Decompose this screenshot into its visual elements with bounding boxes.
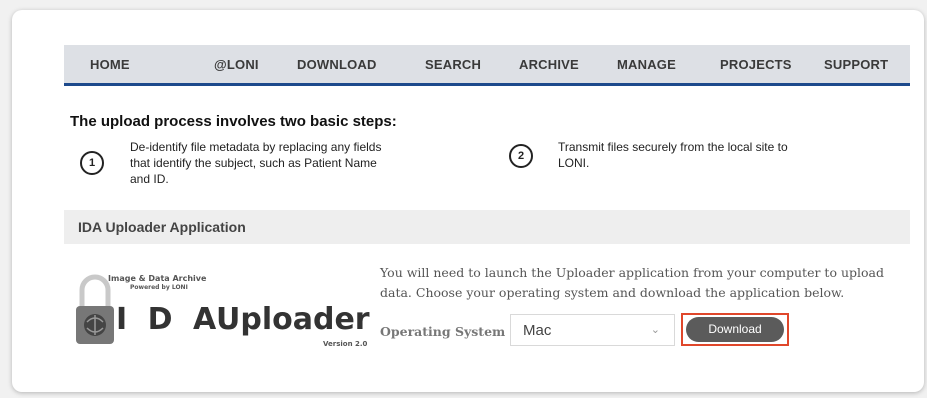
- nav-support[interactable]: SUPPORT: [824, 57, 888, 72]
- download-button[interactable]: Download: [686, 317, 784, 342]
- step-2-number: 2: [509, 144, 533, 168]
- step-1-text: De-identify file metadata by replacing a…: [130, 139, 381, 187]
- uploader-description: You will need to launch the Uploader app…: [380, 263, 900, 303]
- logo-uploader: Uploader: [216, 302, 370, 337]
- description-line-1: You will need to launch the Uploader app…: [380, 265, 884, 280]
- top-navbar: HOME @LONI DOWNLOAD SEARCH ARCHIVE MANAG…: [64, 45, 910, 86]
- os-select[interactable]: Mac ⌄: [510, 314, 675, 346]
- nav-manage[interactable]: MANAGE: [617, 57, 676, 72]
- nav-projects[interactable]: PROJECTS: [720, 57, 792, 72]
- ida-uploader-logo: Image & Data Archive Powered by LONI I D…: [74, 270, 370, 360]
- os-label: Operating System: [380, 324, 506, 339]
- step-2-line-2: LONI.: [558, 156, 590, 170]
- nav-download[interactable]: DOWNLOAD: [297, 57, 377, 72]
- step-2-line-1: Transmit files securely from the local s…: [558, 140, 788, 154]
- section-header: IDA Uploader Application: [64, 210, 910, 244]
- step-1-number: 1: [80, 151, 104, 175]
- logo-tagline: Image & Data Archive: [108, 274, 207, 283]
- step-1-line-1: De-identify file metadata by replacing a…: [130, 140, 382, 154]
- nav-archive[interactable]: ARCHIVE: [519, 57, 579, 72]
- chevron-down-icon: ⌄: [650, 324, 660, 336]
- description-line-2: data. Choose your operating system and d…: [380, 285, 845, 300]
- nav-home[interactable]: HOME: [90, 57, 130, 72]
- nav-loni[interactable]: @LONI: [214, 57, 259, 72]
- step-2-text: Transmit files securely from the local s…: [558, 139, 788, 171]
- logo-ida: I D A: [116, 302, 222, 337]
- nav-search[interactable]: SEARCH: [425, 57, 481, 72]
- logo-version: Version 2.0: [323, 340, 368, 348]
- step-1-line-2: that identify the subject, such as Patie…: [130, 156, 377, 170]
- logo-powered-by: Powered by LONI: [130, 284, 188, 291]
- os-selected-value: Mac: [523, 322, 552, 339]
- section-title: IDA Uploader Application: [78, 219, 246, 235]
- step-1-line-3: and ID.: [130, 172, 169, 186]
- upload-steps-title: The upload process involves two basic st…: [70, 113, 397, 130]
